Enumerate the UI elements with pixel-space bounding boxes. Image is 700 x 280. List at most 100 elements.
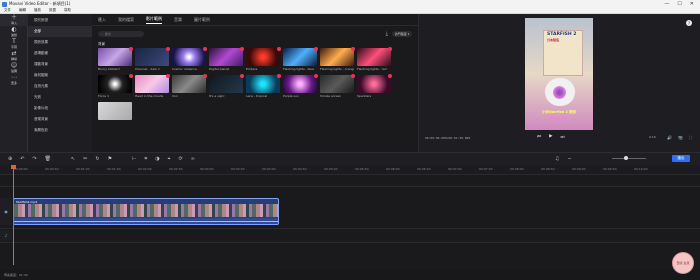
thumbnail-label: Flashing lights - orange [320, 67, 354, 71]
video-clip[interactable]: Starfish2.mp4 [13, 198, 279, 225]
effect-thumbnail[interactable]: Cosmic radiance [172, 47, 207, 73]
fullscreen-icon[interactable]: ⛶ [689, 135, 692, 140]
effect-thumbnail[interactable]: Lens - tropical [246, 74, 281, 100]
tool-titles[interactable]: T 字幕 [0, 38, 28, 50]
playhead[interactable] [11, 165, 16, 265]
trim-icon[interactable]: ⊢ [132, 156, 136, 162]
rotate-icon[interactable]: ↻ [95, 156, 99, 162]
select-tool-icon[interactable]: ↖ [71, 156, 75, 162]
tab-video-samples[interactable]: 影片範例 [146, 16, 162, 24]
category-item[interactable]: 光效 [28, 92, 92, 103]
tool-more[interactable]: ⋯ 更多 [0, 74, 28, 86]
add-track-icon[interactable]: ⊕ [8, 156, 12, 162]
premium-badge-icon [277, 47, 281, 51]
music-icon[interactable]: ♪ [5, 233, 8, 238]
category-item[interactable]: 漸層色彩 [28, 125, 92, 136]
tab-import[interactable]: 匯入 [98, 17, 106, 23]
effect-thumbnail[interactable]: Flashing lights - red [357, 47, 392, 73]
effect-thumbnail[interactable]: Sparklers [357, 74, 392, 100]
thumbnail-label: Flashing lights - blue [283, 67, 315, 71]
zoom-out-icon[interactable]: − [567, 156, 571, 162]
thumbnail-label: Smoke screen [320, 94, 342, 98]
snapshot-icon[interactable]: 📷 [678, 135, 683, 140]
effect-thumbnail[interactable] [98, 102, 132, 127]
tool-stickers[interactable]: ☺ 貼圖 [0, 62, 28, 74]
menu-settings[interactable]: 設置 [49, 8, 56, 13]
premium-badge-icon [351, 74, 355, 78]
thumbnail-image [98, 74, 133, 93]
menu-edit[interactable]: 編輯 [19, 8, 26, 13]
help-icon[interactable]: ? [686, 20, 692, 26]
color-icon[interactable]: ◑ [155, 156, 159, 162]
category-item[interactable]: 影像片段 [28, 103, 92, 114]
timeline-ruler[interactable]: 00:00:00 00:00:30 00:01:00 00:01:30 00:02:00… [0, 165, 700, 175]
premium-badge-icon [240, 47, 244, 51]
cut-icon[interactable]: ✂ [83, 156, 87, 162]
timecode: 00:00:00.000/00:01:30.000 [425, 136, 471, 140]
tool-import[interactable]: ＋ 導入 [0, 14, 28, 26]
crop-icon[interactable]: ⌗ [144, 156, 147, 162]
thumbnail-image [283, 74, 318, 93]
tab-image-samples[interactable]: 圖片範例 [194, 17, 210, 23]
skip-forward-icon[interactable]: ⏭ [561, 134, 565, 140]
category-item[interactable]: 全部 [28, 26, 92, 37]
skip-back-icon[interactable]: ⏮ [537, 134, 541, 140]
close-icon[interactable]: ✕ [690, 1, 694, 7]
effect-thumbnail[interactable]: Flashing lights - orange [320, 47, 355, 73]
menu-playback[interactable]: 播放 [34, 8, 41, 13]
category-item[interactable]: 運動背景 [28, 59, 92, 70]
effect-thumbnail[interactable]: Blurry blizzard [98, 47, 133, 73]
download-icon[interactable]: ⤓ [386, 31, 388, 37]
category-item[interactable]: 過場動畫 [28, 48, 92, 59]
audio-track-header[interactable]: ♪ [0, 230, 12, 240]
volume-icon[interactable]: 🔊 [667, 135, 672, 140]
effect-thumbnail[interactable]: Purple sun [283, 74, 318, 100]
ruler-tick: 00:09:00 [572, 167, 586, 171]
effect-thumbnail[interactable]: Force 1 [98, 74, 133, 100]
effect-thumbnail[interactable]: Channel - dark 1 [135, 47, 170, 73]
sort-dropdown[interactable]: 熱門程度 ▾ [392, 31, 412, 37]
playhead-cap[interactable] [11, 165, 16, 169]
category-item[interactable]: 自然元素 [28, 81, 92, 92]
effect-thumbnail[interactable]: Head in the clouds [135, 74, 170, 100]
effect-thumbnail[interactable]: Flashing lights - blue [283, 47, 318, 73]
menu-help[interactable]: 幫助 [64, 8, 71, 13]
ruler-tick: 00:03:00 [200, 167, 214, 171]
speed-icon[interactable]: ⟳ [178, 156, 182, 162]
thumbnail-label: Iron [172, 94, 178, 98]
undo-icon[interactable]: ↶ [20, 156, 24, 162]
effect-thumbnail[interactable]: Embers [246, 47, 281, 73]
marker-icon[interactable]: ⚑ [108, 156, 112, 162]
effect-thumbnail[interactable]: Smoke screen [320, 74, 355, 100]
delete-icon[interactable]: 🗑 [45, 156, 51, 162]
effect-thumbnail[interactable]: It's a sign! [209, 74, 244, 100]
tool-filters[interactable]: ◐ 濾鏡 [0, 26, 28, 38]
category-item[interactable]: 音樂背景 [28, 114, 92, 125]
ruler-tick: 00:00:00 [14, 167, 28, 171]
export-button[interactable]: 匯出 [672, 155, 690, 162]
video-track-header[interactable]: ◉ [0, 198, 12, 225]
menu-file[interactable]: 文件 [4, 8, 11, 13]
tool-transitions[interactable]: ⇄ 轉場 [0, 50, 28, 62]
effect-thumbnail[interactable]: Iron [172, 74, 207, 100]
category-item[interactable]: 幾何圖案 [28, 70, 92, 81]
category-item[interactable]: 視訊效果 [28, 37, 92, 48]
tab-music[interactable]: 音樂 [174, 17, 182, 23]
audio-icon[interactable]: ♫ [555, 156, 559, 162]
zoom-slider[interactable] [612, 156, 646, 160]
eye-icon[interactable]: ◉ [4, 209, 8, 214]
aspect-ratio[interactable]: 9:16 [649, 135, 656, 139]
minimize-icon[interactable]: — [664, 1, 669, 7]
ruler-tick: 00:07:30 [479, 167, 493, 171]
link-icon[interactable]: ∞ [191, 156, 195, 162]
ruler-tick: 00:06:30 [417, 167, 431, 171]
title-bar: Movavi Video Editor - 新項目(1) — ☐ ✕ [0, 0, 700, 8]
tab-my-files[interactable]: 我的檔案 [118, 17, 134, 23]
effect-thumbnail[interactable]: Digital planet [209, 47, 244, 73]
play-icon[interactable]: ▶ [549, 134, 552, 140]
redo-icon[interactable]: ↷ [32, 156, 36, 162]
stabilize-icon[interactable]: ⌖ [168, 156, 171, 162]
maximize-icon[interactable]: ☐ [677, 1, 681, 7]
search-input[interactable]: ⌕ 搜尋 [98, 31, 144, 37]
zoom-knob[interactable] [624, 156, 628, 160]
